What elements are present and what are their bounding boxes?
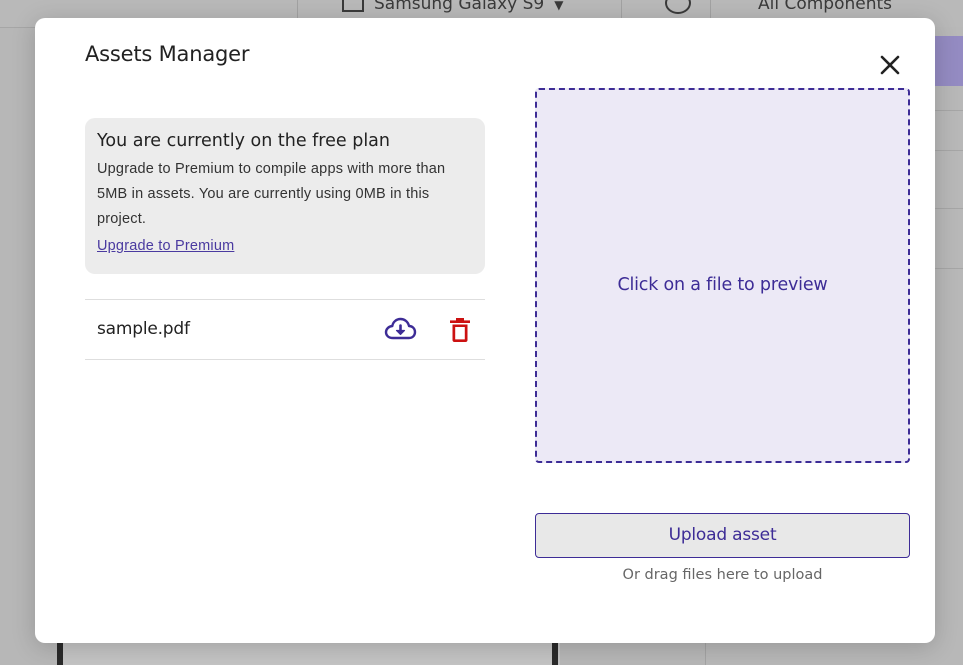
list-item[interactable]: sample.pdf xyxy=(85,299,485,360)
toolbar-divider xyxy=(297,0,298,18)
components-selector: All Components xyxy=(758,0,892,14)
trash-icon xyxy=(450,318,470,342)
device-frame-edge xyxy=(57,640,63,665)
device-frame xyxy=(60,642,560,665)
dialog-title: Assets Manager xyxy=(85,42,250,66)
preview-placeholder: Click on a file to preview xyxy=(617,275,828,295)
assets-manager-dialog: Assets Manager You are currently on the … xyxy=(35,18,935,643)
asset-file-name: sample.pdf xyxy=(97,319,190,339)
close-icon xyxy=(880,55,900,75)
cloud-download-icon xyxy=(384,317,417,340)
delete-asset-button[interactable] xyxy=(449,317,471,343)
download-asset-button[interactable] xyxy=(384,316,417,344)
panel-divider xyxy=(935,208,963,209)
panel-divider xyxy=(935,110,963,111)
chevron-down-icon: ▼ xyxy=(554,0,564,12)
device-selector: Samsung Galaxy S9 ▼ xyxy=(342,0,563,14)
upload-asset-button[interactable]: Upload asset xyxy=(535,513,910,558)
panel-divider xyxy=(935,150,963,151)
close-button[interactable] xyxy=(875,50,905,80)
device-selector-label: Samsung Galaxy S9 xyxy=(374,0,545,14)
device-frame-edge xyxy=(552,640,558,665)
upgrade-premium-link[interactable]: Upgrade to Premium xyxy=(97,238,234,254)
components-selector-label: All Components xyxy=(758,0,893,14)
panel-divider xyxy=(935,268,963,269)
plan-notice-title: You are currently on the free plan xyxy=(97,131,390,151)
plan-notice-description: Upgrade to Premium to compile apps with … xyxy=(97,161,446,227)
free-plan-notice: You are currently on the free plan Upgra… xyxy=(85,118,485,274)
file-preview-area: Click on a file to preview xyxy=(535,88,910,463)
toolbar-divider xyxy=(621,0,622,18)
toolbar-divider xyxy=(710,0,711,18)
asset-list: sample.pdf xyxy=(85,299,485,360)
drag-upload-hint: Or drag files here to upload xyxy=(622,567,823,583)
device-icon xyxy=(342,0,364,12)
